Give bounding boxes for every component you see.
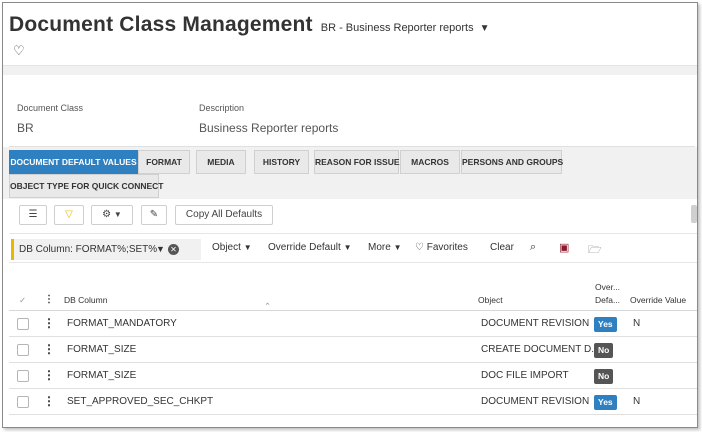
row-menu-icon[interactable]: ⋮ bbox=[43, 368, 55, 382]
header-card: Document Class BR Description Business R… bbox=[9, 75, 695, 147]
save-icon[interactable]: ▣ bbox=[559, 241, 569, 254]
heart-icon: ♡ bbox=[415, 242, 424, 253]
col-override-default-top[interactable]: Over... bbox=[595, 282, 620, 292]
override-default-filter-label: Override Default bbox=[268, 242, 341, 253]
override-value-cell: N bbox=[633, 396, 641, 407]
tab-format[interactable]: FORMAT bbox=[138, 150, 190, 174]
object-filter-label: Object bbox=[212, 242, 241, 253]
search-icon[interactable]: ⌕ bbox=[530, 241, 536, 254]
row-checkbox[interactable] bbox=[17, 396, 29, 408]
table-row[interactable]: ⋮ FORMAT_MANDATORY DOCUMENT REVISION Yes… bbox=[9, 311, 697, 337]
db-column-cell: FORMAT_SIZE bbox=[67, 370, 137, 381]
title-row: Document Class Management BR - Business … bbox=[9, 13, 490, 37]
override-default-badge: Yes bbox=[594, 395, 617, 410]
col-override-default-bottom[interactable]: Defa... bbox=[595, 295, 620, 305]
row-menu-icon[interactable]: ⋮ bbox=[43, 316, 55, 330]
edit-button[interactable]: ✎ bbox=[141, 205, 167, 225]
heart-icon[interactable]: ♡ bbox=[13, 43, 25, 59]
column-menu-icon[interactable]: ⋮ bbox=[44, 294, 54, 305]
object-cell: DOCUMENT REVISION bbox=[481, 318, 590, 329]
tab-macros[interactable]: MACROS bbox=[400, 150, 460, 174]
tab-media[interactable]: MEDIA bbox=[196, 150, 246, 174]
db-column-cell: FORMAT_MANDATORY bbox=[67, 318, 177, 329]
db-column-cell: FORMAT_SIZE bbox=[67, 344, 137, 355]
row-checkbox[interactable] bbox=[17, 344, 29, 356]
copy-all-defaults-button[interactable]: Copy All Defaults bbox=[175, 205, 273, 225]
table-row[interactable]: ⋮ FORMAT_SIZE CREATE DOCUMENT D... No bbox=[9, 337, 697, 363]
db-column-cell: SET_APPROVED_SEC_CHKPT bbox=[67, 396, 214, 407]
tab-persons-and-groups[interactable]: PERSONS AND GROUPS bbox=[461, 150, 563, 174]
override-default-badge: No bbox=[594, 343, 614, 358]
funnel-icon: ▽ bbox=[65, 209, 73, 220]
more-filter-label: More bbox=[368, 242, 391, 253]
filter-chip-label: DB Column: FORMAT%;SET% bbox=[19, 244, 158, 255]
favorites-label: Favorites bbox=[426, 242, 468, 253]
row-menu-icon[interactable]: ⋮ bbox=[43, 342, 55, 356]
caret-down-icon[interactable]: ▼ bbox=[156, 239, 165, 260]
folder-icon[interactable]: 🗁 bbox=[588, 241, 602, 260]
override-value-cell: N bbox=[633, 318, 641, 329]
table-row[interactable]: ⋮ SET_APPROVED_SEC_CHKPT DOCUMENT REVISI… bbox=[9, 389, 697, 415]
tab-history[interactable]: HISTORY bbox=[254, 150, 309, 174]
favorites-button[interactable]: ♡ Favorites bbox=[415, 242, 468, 253]
override-default-filter[interactable]: Override Default ▼ bbox=[268, 242, 352, 253]
object-cell: DOCUMENT REVISION bbox=[481, 396, 590, 407]
override-default-badge: No bbox=[594, 369, 614, 384]
tab-document-default-values[interactable]: DOCUMENT DEFAULT VALUES bbox=[9, 150, 138, 174]
row-menu-icon[interactable]: ⋮ bbox=[43, 394, 55, 408]
action-icon: ⚙ bbox=[102, 209, 112, 220]
caret-down-icon[interactable]: ▼ bbox=[480, 23, 490, 34]
pencil-icon: ✎ bbox=[149, 209, 159, 220]
col-override-value[interactable]: Override Value bbox=[630, 295, 686, 305]
more-filter[interactable]: More ▼ bbox=[368, 242, 402, 253]
description-label: Description bbox=[199, 103, 245, 113]
doc-class-value: BR bbox=[17, 121, 34, 135]
caret-down-icon: ▼ bbox=[113, 210, 122, 219]
override-default-badge: Yes bbox=[594, 317, 617, 332]
caret-down-icon: ▼ bbox=[243, 243, 252, 252]
page-title: Document Class Management bbox=[9, 13, 313, 36]
tab-bar: DOCUMENT DEFAULT VALUES FORMAT MEDIA HIS… bbox=[3, 147, 697, 199]
grid-toolbar: ☰ ▽ ⚙ ▼ ✎ Copy All Defaults bbox=[9, 199, 697, 231]
col-db-column[interactable]: DB Column bbox=[64, 295, 107, 305]
grid-header: ✓ ⋮ DB Column ⌃ Object Over... Defa... O… bbox=[9, 273, 697, 311]
object-cell: CREATE DOCUMENT D... bbox=[481, 344, 600, 355]
remove-filter-icon[interactable]: ✕ bbox=[168, 244, 179, 255]
select-all-check-icon[interactable]: ✓ bbox=[19, 295, 26, 306]
row-checkbox[interactable] bbox=[17, 318, 29, 330]
list-view-button[interactable]: ☰ bbox=[19, 205, 47, 225]
col-object[interactable]: Object bbox=[478, 295, 503, 305]
row-checkbox[interactable] bbox=[17, 370, 29, 382]
doc-class-label: Document Class bbox=[17, 103, 84, 113]
filter-chip[interactable]: DB Column: FORMAT%;SET% ▼ ✕ bbox=[11, 239, 201, 260]
app-window: Document Class Management BR - Business … bbox=[2, 2, 698, 428]
header-divider bbox=[3, 65, 697, 75]
actions-button[interactable]: ⚙ ▼ bbox=[91, 205, 133, 225]
tab-reason-for-issue[interactable]: REASON FOR ISSUE bbox=[314, 150, 400, 174]
list-icon: ☰ bbox=[28, 209, 38, 220]
table-row[interactable]: ⋮ FORMAT_SIZE DOC FILE IMPORT No bbox=[9, 363, 697, 389]
filter-bar: DB Column: FORMAT%;SET% ▼ ✕ Object ▼ Ove… bbox=[9, 233, 697, 263]
object-filter[interactable]: Object ▼ bbox=[212, 242, 252, 253]
filter-button[interactable]: ▽ bbox=[54, 205, 84, 225]
scrollbar-handle[interactable] bbox=[691, 205, 697, 223]
context-selector[interactable]: BR - Business Reporter reports bbox=[321, 22, 474, 34]
caret-down-icon: ▼ bbox=[393, 243, 402, 252]
object-cell: DOC FILE IMPORT bbox=[481, 370, 569, 381]
tab-object-type-for-quick-connect[interactable]: OBJECT TYPE FOR QUICK CONNECT bbox=[9, 174, 163, 198]
clear-button[interactable]: Clear bbox=[490, 242, 514, 253]
description-value: Business Reporter reports bbox=[199, 121, 339, 135]
caret-down-icon: ▼ bbox=[343, 243, 352, 252]
